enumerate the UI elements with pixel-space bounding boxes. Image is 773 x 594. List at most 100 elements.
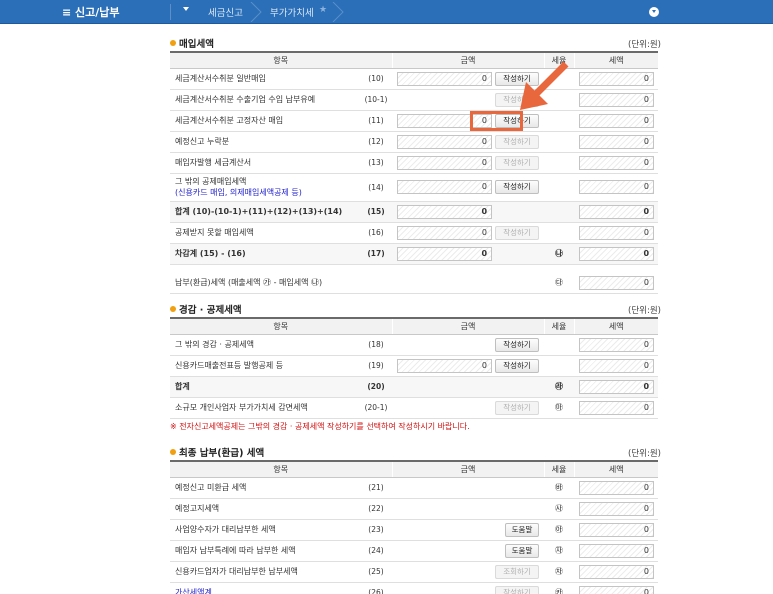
- tax-field[interactable]: 0: [579, 543, 655, 558]
- tax-cell: 0: [574, 498, 659, 520]
- menu-title[interactable]: ≡ 신고/납부: [62, 4, 120, 20]
- breadcrumb-tax-report[interactable]: 세금신고: [208, 5, 243, 19]
- row-label-text: 신용카드업자가 대리납부한 납부세액: [175, 567, 298, 576]
- tax-field[interactable]: 0: [579, 501, 655, 516]
- caret-down-icon[interactable]: [183, 7, 189, 11]
- chevron-right-icon: [332, 2, 344, 22]
- row-label: 합계 (10)-(10-1)+(11)+(12)+(13)+(14): [170, 201, 360, 223]
- tax-field[interactable]: 0: [579, 92, 655, 107]
- amount-field[interactable]: 0: [397, 246, 493, 261]
- amount-field[interactable]: 0: [397, 358, 493, 373]
- rate-symbol: [544, 152, 575, 174]
- star-icon[interactable]: ★: [319, 5, 327, 15]
- tax-field[interactable]: 0: [579, 275, 655, 290]
- row-number: (13): [360, 152, 393, 174]
- tax-field[interactable]: 0: [579, 204, 655, 219]
- tax-field[interactable]: 0: [579, 379, 655, 394]
- tax-field[interactable]: 0: [579, 522, 655, 537]
- section-title-final-tax: 최종 납부(환급) 세액: [170, 445, 264, 459]
- tax-field[interactable]: 0: [579, 400, 655, 415]
- row-label: 그 밖의 공제매입세액 (신용카드 매입, 의제매입세액공제 등): [170, 173, 360, 202]
- write-button[interactable]: 작성하기: [495, 155, 540, 170]
- divider: [170, 4, 171, 20]
- rate-symbol: [544, 355, 575, 377]
- rate-symbol: ㉲: [544, 397, 575, 419]
- tax-field[interactable]: 0: [579, 134, 655, 149]
- row-label: 세금계산서수취분 고정자산 매입: [170, 110, 360, 132]
- row-label: 가산세액계: [170, 582, 360, 594]
- amount-field[interactable]: 0: [397, 204, 493, 219]
- deduction-rows: 그 밖의 경감 · 공제세액 (18) 작성하기 0 신용카드매출전표등 발행공제 등(…: [170, 334, 659, 419]
- table-row: 신용카드매출전표등 발행공제 등 (19) 0 작성하기 0: [170, 355, 659, 377]
- rate-symbol: ㉯: [544, 243, 575, 265]
- chevron-down-circle-icon[interactable]: [649, 7, 659, 17]
- table-row: 신용카드업자가 대리납부한 납부세액 (25) 조회하기 ㉷ 0: [170, 561, 659, 583]
- amount-cell: 0: [392, 243, 545, 265]
- tax-field[interactable]: 0: [579, 358, 655, 373]
- tax-field[interactable]: 0: [579, 480, 655, 495]
- amount-field[interactable]: 0: [397, 134, 493, 149]
- row-label-text: 신용카드매출전표등 발행공제 등: [175, 361, 284, 370]
- row-number: (26): [360, 582, 393, 594]
- tax-cell: 0: [574, 222, 659, 244]
- amount-cell: 작성하기: [392, 397, 545, 419]
- row-number: (23): [360, 519, 393, 541]
- write-button[interactable]: 작성하기: [495, 585, 540, 594]
- tax-field[interactable]: 0: [579, 337, 655, 352]
- amount-cell: 0 작성하기: [392, 222, 545, 244]
- tax-field[interactable]: 0: [579, 155, 655, 170]
- write-button[interactable]: 작성하기: [495, 358, 540, 373]
- header-tax: 세액: [573, 51, 659, 69]
- row-label: 신용카드매출전표등 발행공제 등: [170, 355, 360, 377]
- bullet-icon: [170, 306, 176, 312]
- unit-label: (단위:원): [628, 40, 661, 50]
- tax-field[interactable]: 0: [579, 246, 655, 261]
- input-tax-rows: 세금계산서수취분 일반매입 (10) 0 작성하기 0 세금계산서수취분 수출기업 수입 …: [170, 68, 659, 265]
- amount-field[interactable]: 0: [397, 225, 493, 240]
- rate-symbol: [544, 334, 575, 356]
- help-button[interactable]: 도움말: [505, 522, 540, 537]
- row-number: (10): [360, 68, 393, 90]
- row-label-text[interactable]: 가산세액계: [175, 588, 212, 594]
- header-item: 항목: [170, 460, 393, 478]
- amount-field[interactable]: 0: [397, 180, 493, 194]
- rate-symbol: ㉳: [544, 477, 575, 499]
- tax-field[interactable]: 0: [579, 564, 655, 579]
- row-label: 세금계산서수취분 수출기업 수입 납부유예: [170, 89, 360, 111]
- row-label: 예정신고 미환급 세액: [170, 477, 360, 499]
- write-button[interactable]: 작성하기: [495, 400, 540, 415]
- tax-cell: 0: [574, 561, 659, 583]
- tax-cell: 0: [574, 477, 659, 499]
- amount-cell: 도움말: [392, 540, 545, 562]
- table-row: 그 밖의 공제매입세액 (신용카드 매입, 의제매입세액공제 등) (14) 0 작성하…: [170, 173, 659, 202]
- table-row: 예정고지세액 (22) ㉴ 0: [170, 498, 659, 520]
- tax-field[interactable]: 0: [579, 180, 655, 194]
- tax-field[interactable]: 0: [579, 225, 655, 240]
- row-label-text: 합계: [175, 382, 190, 391]
- amount-field[interactable]: 0: [397, 155, 493, 170]
- header-item: 항목: [170, 51, 393, 69]
- help-button[interactable]: 도움말: [505, 543, 540, 558]
- header-amount: 금액: [391, 460, 545, 478]
- pointer-arrow-icon: [520, 61, 569, 110]
- write-button[interactable]: 작성하기: [495, 180, 540, 194]
- lookup-button[interactable]: 조회하기: [495, 564, 540, 579]
- rate-symbol: ㉵: [544, 519, 575, 541]
- table-row: 그 밖의 경감 · 공제세액 (18) 작성하기 0: [170, 334, 659, 356]
- row-number: (12): [360, 131, 393, 153]
- tax-cell: 0: [574, 110, 659, 132]
- amount-cell: 도움말: [392, 519, 545, 541]
- tax-field[interactable]: 0: [579, 585, 655, 594]
- write-button[interactable]: 작성하기: [495, 225, 540, 240]
- tax-field[interactable]: 0: [579, 113, 655, 128]
- bullet-icon: [170, 449, 176, 455]
- breadcrumb-vat[interactable]: 부가가치세: [270, 5, 314, 19]
- header-item: 항목: [170, 317, 393, 335]
- payable-label: 납부(환급)세액 (매출세액 ㉮ - 매입세액 ㉯): [170, 273, 393, 294]
- write-button[interactable]: 작성하기: [495, 337, 540, 352]
- amount-field[interactable]: 0: [397, 71, 493, 86]
- tax-field[interactable]: 0: [579, 71, 655, 86]
- notice-text: ※ 전자신고세액공제는 그밖의 경감 · 공제세액 작성하기를 선택하여 작성하…: [170, 422, 470, 431]
- row-label: 차감계 (15) - (16): [170, 243, 360, 265]
- write-button[interactable]: 작성하기: [495, 134, 540, 149]
